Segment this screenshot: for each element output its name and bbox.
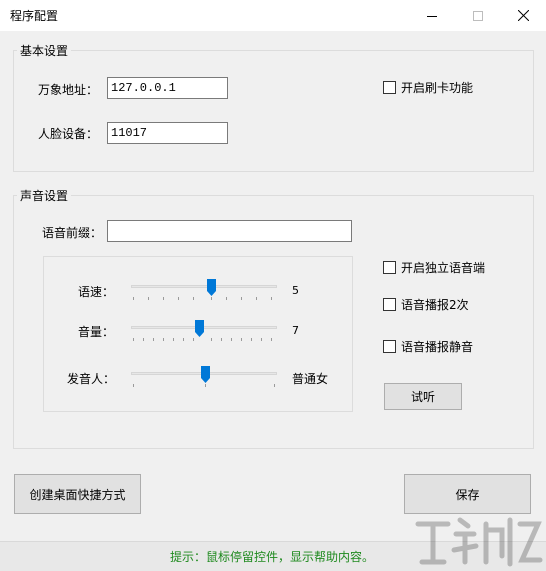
basic-settings-title: 基本设置	[17, 42, 72, 59]
tick	[178, 297, 179, 300]
volume-slider-track[interactable]	[131, 326, 277, 329]
speed-ticks	[131, 297, 277, 300]
tick	[133, 297, 134, 300]
broadcast-mute-checkbox[interactable]: 语音播报静音	[383, 338, 473, 355]
voice-prefix-input[interactable]	[107, 220, 352, 242]
tick	[193, 338, 194, 341]
broadcast-mute-label: 语音播报静音	[401, 340, 474, 354]
volume-ticks	[131, 338, 277, 341]
address-label: 万象地址：	[38, 83, 99, 97]
tick	[256, 297, 257, 300]
tick	[211, 297, 212, 300]
independent-voice-label: 开启独立语音端	[401, 261, 486, 275]
close-button[interactable]	[500, 0, 546, 31]
tick	[271, 338, 272, 341]
window-title: 程序配置	[10, 9, 59, 23]
tick	[221, 338, 222, 341]
tick	[148, 297, 149, 300]
tick	[153, 338, 154, 341]
tick	[226, 297, 227, 300]
tick	[163, 338, 164, 341]
tick	[143, 338, 144, 341]
status-hint: 提示：鼠标停留控件，显示帮助内容。	[170, 550, 375, 564]
tick	[241, 297, 242, 300]
maximize-icon	[473, 10, 483, 21]
tick	[173, 338, 174, 341]
volume-label: 音量：	[78, 325, 115, 339]
broadcast-twice-label: 语音播报2次	[401, 298, 469, 312]
speaker-value: 普通女	[292, 372, 329, 386]
close-icon	[517, 10, 529, 21]
tick	[193, 297, 194, 300]
independent-voice-checkbox[interactable]: 开启独立语音端	[383, 259, 485, 276]
speaker-label: 发音人：	[67, 372, 116, 386]
tick	[261, 338, 262, 341]
sound-settings-title: 声音设置	[17, 187, 72, 204]
independent-voice-checkbox-box[interactable]	[383, 261, 396, 274]
volume-slider-thumb-icon[interactable]	[195, 320, 204, 337]
tick	[205, 384, 206, 387]
tick	[231, 338, 232, 341]
tick	[241, 338, 242, 341]
broadcast-mute-checkbox-box[interactable]	[383, 340, 396, 353]
card-function-checkbox[interactable]: 开启刷卡功能	[383, 79, 473, 96]
card-function-label: 开启刷卡功能	[401, 81, 474, 95]
tick	[183, 338, 184, 341]
card-function-checkbox-box[interactable]	[383, 81, 396, 94]
minimize-button[interactable]	[409, 0, 455, 31]
tick	[211, 338, 212, 341]
tick	[163, 297, 164, 300]
tick	[133, 338, 134, 341]
save-button[interactable]: 保存	[404, 474, 531, 514]
title-bar: 程序配置	[0, 0, 546, 31]
address-input[interactable]	[107, 77, 228, 99]
minimize-icon	[427, 15, 437, 17]
speed-label: 语速：	[78, 285, 115, 299]
speaker-slider-thumb-icon[interactable]	[201, 366, 210, 383]
face-device-input[interactable]	[107, 122, 228, 144]
basic-settings-group	[13, 50, 534, 172]
speaker-ticks	[131, 384, 277, 387]
broadcast-twice-checkbox-box[interactable]	[383, 298, 396, 311]
speed-slider-track[interactable]	[131, 285, 277, 288]
speed-slider-thumb-icon[interactable]	[207, 279, 216, 296]
tick	[251, 338, 252, 341]
voice-prefix-label: 语音前缀：	[42, 226, 103, 240]
create-shortcut-button[interactable]: 创建桌面快捷方式	[14, 474, 141, 514]
tick	[274, 384, 275, 387]
broadcast-twice-checkbox[interactable]: 语音播报2次	[383, 296, 469, 313]
watermark-logo	[415, 517, 543, 567]
maximize-button[interactable]	[455, 0, 501, 31]
speed-value: 5	[292, 284, 299, 297]
tick	[133, 384, 134, 387]
volume-value: 7	[292, 324, 299, 337]
tick	[271, 297, 272, 300]
listen-button[interactable]: 试听	[384, 383, 462, 410]
face-device-label: 人脸设备：	[38, 127, 99, 141]
